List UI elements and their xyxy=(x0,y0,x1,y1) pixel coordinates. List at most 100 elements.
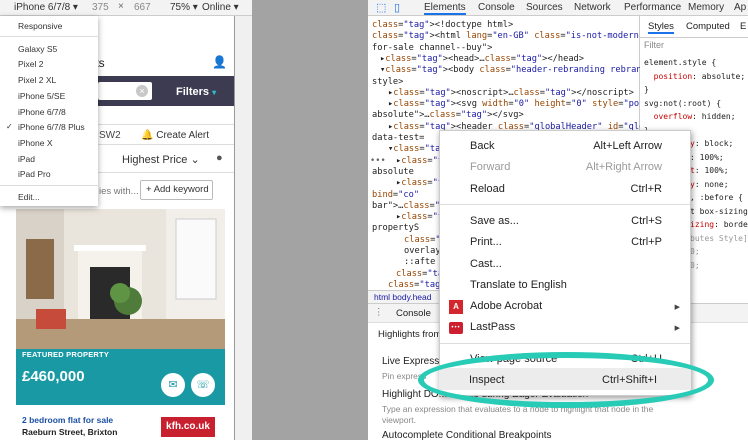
map-pin-icon[interactable]: ● xyxy=(216,152,223,164)
device-option[interactable]: iPad xyxy=(18,154,35,164)
network-select[interactable]: Online ▾ xyxy=(202,2,239,13)
menu-item-back[interactable]: Back xyxy=(470,140,494,152)
menu-separator xyxy=(440,204,690,205)
tab-application[interactable]: Ap xyxy=(734,2,746,13)
menu-item-reload[interactable]: Reload xyxy=(470,183,505,195)
submenu-arrow-icon: ▶ xyxy=(674,325,680,332)
style-rule-line: : 100%; xyxy=(690,152,724,162)
highlight-dom-desc-2: viewport. xyxy=(382,415,417,425)
create-alert-label: Create Alert xyxy=(156,130,210,141)
inspect-element-icon[interactable]: ⬚ xyxy=(376,1,386,14)
selected-node-ellipsis-icon: ••• xyxy=(370,156,386,166)
highlight-ring-annotation xyxy=(418,352,714,408)
tab-network[interactable]: Network xyxy=(574,2,611,13)
dom-node-line[interactable]: ▸class="tag"><svg width="0" height="0" s… xyxy=(388,99,681,109)
device-option-selected[interactable]: iPhone 6/7/8 xyxy=(18,107,66,117)
tab-memory[interactable]: Memory xyxy=(688,2,724,13)
dom-node-line[interactable]: absolute xyxy=(372,167,414,177)
devtools-tabbar: ⬚ ▯ Elements Console Sources Network Per… xyxy=(368,0,748,16)
device-option[interactable]: iPad Pro xyxy=(18,169,51,179)
divider xyxy=(0,185,98,186)
listing-title[interactable]: 2 bedroom flat for sale xyxy=(22,415,113,425)
autocomplete-heading: Autocomplete Conditional Breakpoints xyxy=(382,430,552,440)
device-option[interactable]: Pixel 2 xyxy=(18,59,44,69)
device-option[interactable]: Galaxy S5 xyxy=(18,44,57,54)
drawer-tab-console[interactable]: Console xyxy=(396,308,431,319)
shortcut-save-as: Ctrl+S xyxy=(631,215,662,227)
user-icon[interactable]: 👤 xyxy=(212,55,227,69)
clear-icon[interactable]: × xyxy=(136,85,148,97)
menu-item-save-as[interactable]: Save as... xyxy=(470,215,519,227)
dom-node-line[interactable]: style> xyxy=(372,77,403,87)
dom-node-line[interactable]: for-sale channel--buy"> xyxy=(372,43,492,53)
email-icon[interactable]: ✉ xyxy=(161,373,185,397)
style-rule-line: 0; xyxy=(690,260,700,270)
drawer-highlights-heading: Highlights from xyxy=(378,329,442,340)
dimension-separator: × xyxy=(118,1,124,12)
breadcrumb-text: html body.head xyxy=(374,292,432,302)
shortcut-back: Alt+Left Arrow xyxy=(593,140,662,152)
dom-node-line[interactable]: ::afte xyxy=(404,257,435,267)
bell-icon: 🔔 xyxy=(141,130,154,141)
style-rule-line: y: block; xyxy=(690,139,734,148)
style-rule-line: , :before { xyxy=(690,193,743,202)
menu-item-adobe-acrobat[interactable]: Adobe Acrobat xyxy=(470,300,542,312)
property-photo[interactable] xyxy=(16,209,225,349)
listing-price: £460,000 xyxy=(22,368,85,385)
caret-down-icon: ▾ xyxy=(212,88,217,97)
property-photo-illustration xyxy=(16,209,225,349)
height-input[interactable]: 667 xyxy=(134,2,151,13)
plus-icon: + xyxy=(146,184,152,195)
tab-event-listeners[interactable]: E xyxy=(740,21,746,32)
dom-node-line[interactable]: propertyS xyxy=(372,223,419,233)
add-keyword-button[interactable]: + Add keyword xyxy=(140,180,213,200)
menu-item-cast[interactable]: Cast... xyxy=(470,258,502,270)
dom-node-line[interactable]: ▸class="tag"><noscript>…class="tag"></no… xyxy=(388,88,634,98)
dom-node-line[interactable]: class="tag"><!doctype html> xyxy=(372,20,513,30)
style-rule-line: t box-sizing xyxy=(690,206,748,216)
chevron-down-icon: ⌄ xyxy=(190,154,200,166)
create-alert-button[interactable]: 🔔 Create Alert xyxy=(141,130,209,141)
menu-separator xyxy=(440,343,690,344)
dom-node-line[interactable]: data-test= xyxy=(372,133,424,143)
width-input[interactable]: 375 xyxy=(92,2,109,13)
device-option[interactable]: iPhone X xyxy=(18,138,53,148)
dom-node-line[interactable]: absolute">…class="tag"></svg> xyxy=(372,110,524,120)
device-option[interactable]: iPhone 6/7/8 Plus xyxy=(18,122,85,132)
menu-item-lastpass[interactable]: LastPass xyxy=(470,321,515,333)
viewport-gutter xyxy=(252,0,368,440)
device-select[interactable]: iPhone 6/7/8 ▾ xyxy=(14,2,78,13)
menu-item-translate[interactable]: Translate to English xyxy=(470,279,567,291)
menu-item-print[interactable]: Print... xyxy=(470,236,502,248)
dom-node-line[interactable]: overlay xyxy=(404,246,441,256)
tab-sources[interactable]: Sources xyxy=(526,2,563,13)
style-rule-line: 0; xyxy=(690,247,700,256)
style-rule-line: element.style { xyxy=(644,58,717,67)
tab-performance[interactable]: Performance xyxy=(624,2,681,13)
tab-console[interactable]: Console xyxy=(478,2,515,13)
lastpass-icon: ••• xyxy=(449,322,463,334)
device-option[interactable]: Responsive xyxy=(18,21,62,31)
styles-tabbar: Styles Computed E xyxy=(640,16,748,38)
drawer-menu-icon[interactable]: ⋮ xyxy=(374,307,384,318)
tab-computed[interactable]: Computed xyxy=(686,21,730,32)
device-toggle-icon[interactable]: ▯ xyxy=(394,1,400,14)
tab-styles[interactable]: Styles xyxy=(648,21,674,34)
device-option[interactable]: iPhone 5/SE xyxy=(18,91,65,101)
agent-logo[interactable]: kfh.co.uk xyxy=(161,417,215,437)
checkmark-icon: ✓ xyxy=(6,122,13,131)
styles-filter-input[interactable]: Filter xyxy=(644,40,744,54)
style-rule-line: butes Style] xyxy=(690,233,748,243)
edit-devices-option[interactable]: Edit... xyxy=(18,192,40,202)
tab-elements[interactable]: Elements xyxy=(424,2,466,15)
dom-node-line[interactable]: bind="co" xyxy=(372,190,419,200)
style-rule-line: t: 100%; xyxy=(690,166,729,175)
phone-icon[interactable]: ☏ xyxy=(191,373,215,397)
zoom-select[interactable]: 75% ▾ xyxy=(170,2,198,13)
keywords-text: ies with... xyxy=(99,186,139,197)
sort-select[interactable]: Highest Price ⌄ xyxy=(122,153,200,166)
menu-item-forward[interactable]: Forward xyxy=(470,161,510,173)
device-option[interactable]: Pixel 2 XL xyxy=(18,75,56,85)
dom-node-line[interactable]: ▸class="tag"><head>…class="tag"></head> xyxy=(380,54,584,64)
filters-button[interactable]: Filters ▾ xyxy=(176,86,216,98)
